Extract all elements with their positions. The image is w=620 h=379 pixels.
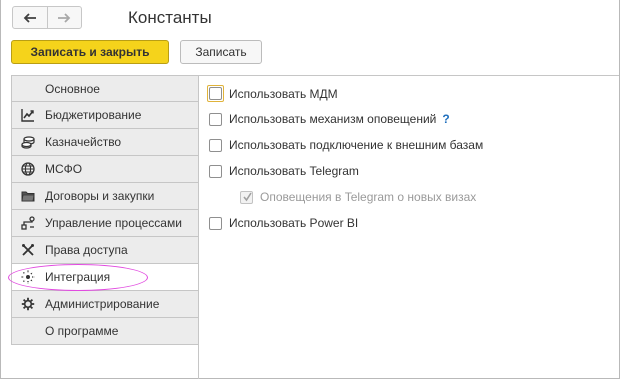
save-button[interactable]: Записать — [180, 40, 262, 64]
checkbox[interactable] — [209, 216, 222, 230]
sidebar-item-access-rights[interactable]: Права доступа — [11, 237, 199, 264]
history-nav — [12, 6, 82, 29]
option-label: Оповещения в Telegram о новых визах — [260, 190, 477, 204]
sidebar-item-label: Казначейство — [45, 135, 122, 149]
sidebar-item-label: Основное — [45, 82, 100, 96]
process-icon — [21, 216, 35, 230]
option-use-mdm[interactable]: Использовать МДМ — [207, 85, 338, 102]
globe-icon — [21, 162, 35, 176]
sidebar-item-label: Договоры и закупки — [45, 189, 155, 203]
sidebar-item-administration[interactable]: Администрирование — [11, 291, 199, 318]
highlight-annotation — [8, 264, 148, 291]
sidebar-item-budgeting[interactable]: Бюджетирование — [11, 102, 199, 129]
sidebar-item-label: Права доступа — [45, 243, 128, 257]
panel-left-border — [198, 75, 199, 379]
option-use-telegram[interactable]: Использовать Telegram — [209, 164, 359, 178]
forward-button[interactable] — [46, 7, 82, 28]
option-telegram-visa-notifications: Оповещения в Telegram о новых визах — [240, 190, 476, 204]
sidebar-item-process-management[interactable]: Управление процессами — [11, 210, 199, 237]
sidebar-item-label: МСФО — [45, 162, 83, 176]
checkbox[interactable] — [209, 138, 222, 152]
checkbox[interactable] — [207, 85, 224, 102]
panel-top-border — [198, 75, 619, 76]
option-use-power-bi[interactable]: Использовать Power BI — [209, 216, 358, 230]
option-label: Использовать механизм оповещений — [229, 112, 437, 126]
sidebar-item-label: Управление процессами — [45, 216, 182, 230]
sidebar-item-contracts[interactable]: Договоры и закупки — [11, 183, 199, 210]
sidebar-item-label: О программе — [45, 324, 119, 338]
sidebar-item-about[interactable]: О программе — [11, 318, 199, 345]
option-label: Использовать МДМ — [229, 86, 338, 101]
help-icon[interactable]: ? — [442, 112, 449, 126]
gear-icon — [21, 297, 35, 311]
back-button[interactable] — [13, 7, 47, 28]
sidebar-item-treasury[interactable]: Казначейство — [11, 129, 199, 156]
chart-icon — [21, 108, 35, 122]
tools-icon — [21, 243, 35, 257]
coins-icon — [21, 135, 35, 149]
folder-icon — [21, 189, 35, 203]
option-label: Использовать подключение к внешним базам — [229, 138, 484, 152]
option-label: Использовать Telegram — [229, 164, 359, 178]
checkbox[interactable] — [209, 164, 222, 178]
sections-sidebar: Основное Бюджетирование Казначейство МСФ… — [11, 75, 199, 345]
sidebar-item-label: Администрирование — [45, 297, 160, 311]
sidebar-item-main[interactable]: Основное — [11, 75, 199, 102]
checkbox — [240, 190, 253, 204]
arrow-left-icon — [23, 12, 36, 23]
arrow-right-icon — [58, 12, 71, 23]
option-label: Использовать Power BI — [229, 216, 359, 230]
sidebar-item-ifrs[interactable]: МСФО — [11, 156, 199, 183]
page-title: Константы — [128, 8, 212, 27]
sidebar-item-label: Бюджетирование — [45, 108, 142, 122]
save-and-close-button[interactable]: Записать и закрыть — [11, 40, 169, 64]
checkmark-icon — [243, 192, 252, 201]
option-use-external-db[interactable]: Использовать подключение к внешним базам — [209, 138, 483, 152]
option-use-notifications[interactable]: Использовать механизм оповещений ? — [209, 112, 450, 126]
checkbox[interactable] — [209, 112, 222, 126]
